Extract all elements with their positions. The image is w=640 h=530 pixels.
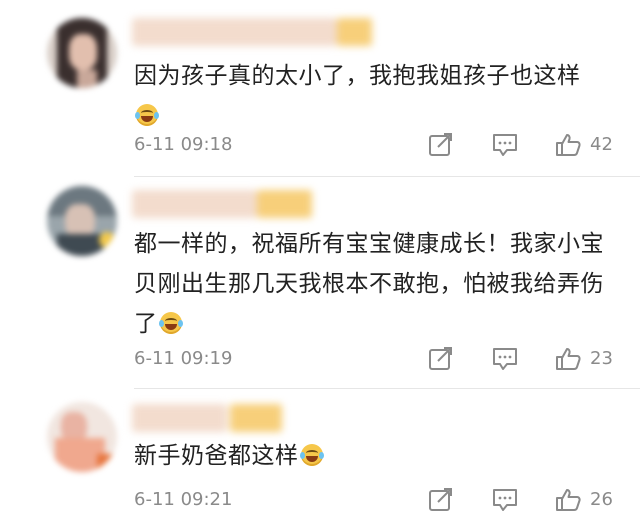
comment-item: 都一样的，祝福所有宝宝健康成长！我家小宝贝刚出生那几天我根本不敢抱，怕被我给弄伤…: [0, 178, 640, 390]
comment-meta: 6-11 09:21 26: [0, 485, 640, 515]
laugh-cry-emoji-icon: [158, 312, 183, 334]
comment-text: 新手奶爸都这样: [134, 436, 624, 476]
comment-meta: 6-11 09:18 42: [0, 130, 640, 160]
username[interactable]: [132, 18, 372, 46]
comment-icon: [493, 489, 517, 511]
like-button[interactable]: [555, 488, 581, 512]
like-count: 42: [590, 134, 613, 155]
comment-meta: 6-11 09:19 23: [0, 344, 640, 374]
divider: [134, 388, 640, 389]
comment-text: 因为孩子真的太小了，我抱我姐孩子也这样: [134, 56, 624, 136]
like-button[interactable]: [555, 133, 581, 157]
thumbs-up-icon: [556, 348, 581, 370]
reply-button[interactable]: [492, 488, 518, 512]
divider: [134, 176, 640, 177]
timestamp: 6-11 09:19: [134, 348, 233, 369]
thumbs-up-icon: [556, 489, 581, 511]
share-icon: [429, 488, 452, 511]
comment-icon: [493, 348, 517, 370]
avatar[interactable]: [47, 402, 117, 472]
share-icon: [429, 347, 452, 370]
reply-button[interactable]: [492, 347, 518, 371]
comment-item: 新手奶爸都这样 6-11 09:21 26: [0, 390, 640, 530]
username[interactable]: [132, 404, 282, 432]
username[interactable]: [132, 190, 312, 218]
share-button[interactable]: [428, 347, 454, 371]
thumbs-up-icon: [556, 134, 581, 156]
share-icon: [429, 133, 452, 156]
laugh-cry-emoji-icon: [299, 444, 324, 466]
reply-button[interactable]: [492, 133, 518, 157]
timestamp: 6-11 09:18: [134, 134, 233, 155]
timestamp: 6-11 09:21: [134, 489, 233, 510]
share-button[interactable]: [428, 488, 454, 512]
like-button[interactable]: [555, 347, 581, 371]
comment-icon: [493, 134, 517, 156]
comment-item: 因为孩子真的太小了，我抱我姐孩子也这样 6-11 09:18 42: [0, 0, 640, 178]
like-count: 26: [590, 489, 613, 510]
share-button[interactable]: [428, 133, 454, 157]
avatar[interactable]: [47, 186, 117, 256]
comment-text: 都一样的，祝福所有宝宝健康成长！我家小宝贝刚出生那几天我根本不敢抱，怕被我给弄伤…: [134, 231, 604, 337]
laugh-cry-emoji-icon: [135, 104, 159, 126]
avatar[interactable]: [47, 18, 117, 88]
like-count: 23: [590, 348, 613, 369]
